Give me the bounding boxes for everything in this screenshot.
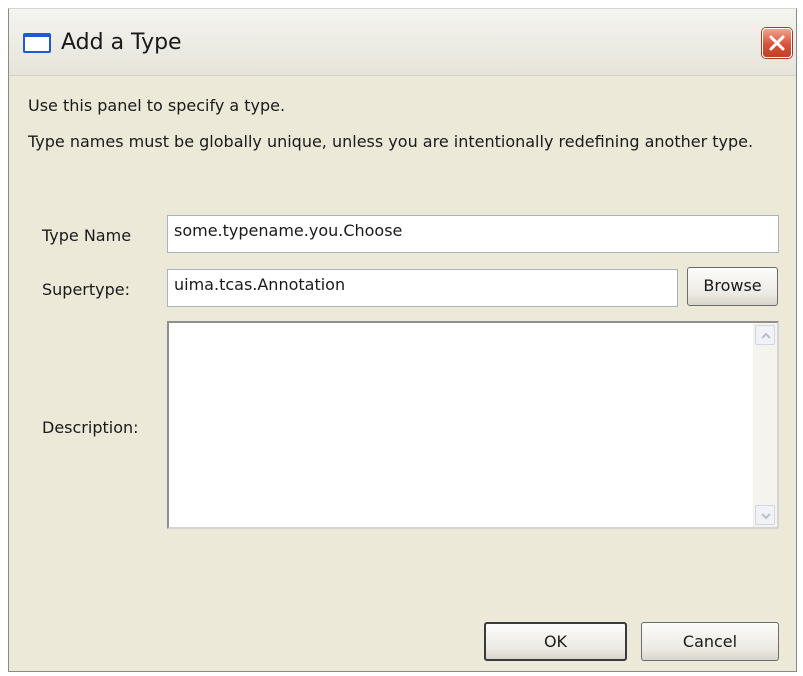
close-icon bbox=[769, 35, 785, 51]
ok-button[interactable]: OK bbox=[484, 622, 627, 661]
supertype-label: Supertype: bbox=[42, 280, 131, 299]
window-icon bbox=[23, 33, 51, 53]
intro-text: Use this panel to specify a type. bbox=[28, 96, 286, 115]
description-textarea[interactable] bbox=[167, 321, 779, 529]
scroll-down-arrow-icon bbox=[761, 513, 771, 520]
type-name-label: Type Name bbox=[42, 226, 132, 245]
type-name-input[interactable]: some.typename.you.Choose bbox=[167, 215, 779, 253]
description-scrollbar[interactable] bbox=[753, 323, 777, 527]
scroll-down-button[interactable] bbox=[755, 505, 775, 525]
dialog-title: Add a Type bbox=[61, 30, 182, 55]
close-button[interactable] bbox=[762, 28, 792, 58]
scroll-up-arrow-icon bbox=[761, 332, 771, 339]
cancel-button[interactable]: Cancel bbox=[641, 622, 779, 661]
uniqueness-notice: Type names must be globally unique, unle… bbox=[28, 132, 754, 151]
supertype-input[interactable]: uima.tcas.Annotation bbox=[167, 269, 678, 307]
description-label: Description: bbox=[42, 418, 139, 437]
title-bar[interactable]: Add a Type bbox=[9, 9, 796, 76]
add-type-dialog: Add a Type Use this panel to specify a t… bbox=[8, 8, 797, 672]
dialog-body: Use this panel to specify a type. Type n… bbox=[9, 76, 796, 671]
scroll-up-button[interactable] bbox=[755, 325, 775, 345]
browse-button[interactable]: Browse bbox=[687, 267, 778, 306]
